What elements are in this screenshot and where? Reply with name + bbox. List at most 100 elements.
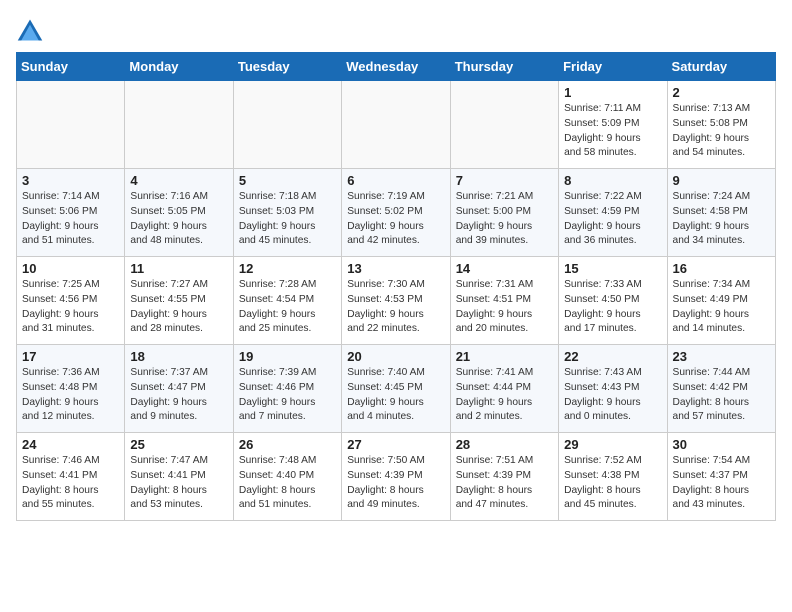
- calendar-cell: 27 Sunrise: 7:50 AM Sunset: 4:39 PM Dayli…: [342, 433, 450, 521]
- calendar-cell: 26Sunrise: 7:48 AM Sunset: 4:40 PM Dayli…: [233, 433, 341, 521]
- calendar-cell: 11 Sunrise: 7:27 AM Sunset: 4:55 PM Dayli…: [125, 257, 233, 345]
- day-number: 5: [239, 173, 336, 188]
- day-number: 9: [673, 173, 770, 188]
- calendar-cell: 5 Sunrise: 7:18 AM Sunset: 5:03 PM Daylig…: [233, 169, 341, 257]
- day-number: 25: [130, 437, 227, 452]
- day-number: 10: [22, 261, 119, 276]
- calendar-cell: 18Sunrise: 7:37 AM Sunset: 4:47 PM Dayli…: [125, 345, 233, 433]
- day-number: 1: [564, 85, 661, 100]
- calendar-cell: 1Sunrise: 7:11 AM Sunset: 5:09 PM Daylig…: [559, 81, 667, 169]
- calendar-cell: 22 Sunrise: 7:43 AM Sunset: 4:43 PM Dayli…: [559, 345, 667, 433]
- column-header-wednesday: Wednesday: [342, 53, 450, 81]
- calendar-cell: 16 Sunrise: 7:34 AM Sunset: 4:49 PM Dayli…: [667, 257, 775, 345]
- day-number: 8: [564, 173, 661, 188]
- day-info: Sunrise: 7:54 AM Sunset: 4:37 PM Dayligh…: [673, 454, 770, 513]
- calendar-cell: 4 Sunrise: 7:16 AM Sunset: 5:05 PM Daylig…: [125, 169, 233, 257]
- day-info: Sunrise: 7:21 AM Sunset: 5:00 PM Dayligh…: [456, 190, 553, 249]
- day-number: 23: [673, 349, 770, 364]
- day-number: 21: [456, 349, 553, 364]
- column-header-sunday: Sunday: [17, 53, 125, 81]
- day-info: Sunrise: 7:41 AM Sunset: 4:44 PM Dayligh…: [456, 366, 553, 425]
- calendar-cell: [233, 81, 341, 169]
- column-header-saturday: Saturday: [667, 53, 775, 81]
- day-info: Sunrise: 7:22 AM Sunset: 4:59 PM Dayligh…: [564, 190, 661, 249]
- day-number: 14: [456, 261, 553, 276]
- day-number: 11: [130, 261, 227, 276]
- day-info: Sunrise: 7:44 AM Sunset: 4:42 PM Dayligh…: [673, 366, 770, 425]
- day-number: 28: [456, 437, 553, 452]
- calendar-cell: 29 Sunrise: 7:52 AM Sunset: 4:38 PM Dayli…: [559, 433, 667, 521]
- day-number: 30: [673, 437, 770, 452]
- day-number: 20: [347, 349, 444, 364]
- day-number: 15: [564, 261, 661, 276]
- day-info: Sunrise: 7:24 AM Sunset: 4:58 PM Dayligh…: [673, 190, 770, 249]
- day-number: 16: [673, 261, 770, 276]
- day-info: Sunrise: 7:46 AM Sunset: 4:41 PM Dayligh…: [22, 454, 119, 513]
- day-info: Sunrise: 7:52 AM Sunset: 4:38 PM Dayligh…: [564, 454, 661, 513]
- day-number: 29: [564, 437, 661, 452]
- column-header-thursday: Thursday: [450, 53, 558, 81]
- calendar-cell: 12 Sunrise: 7:28 AM Sunset: 4:54 PM Dayli…: [233, 257, 341, 345]
- day-info: Sunrise: 7:16 AM Sunset: 5:05 PM Dayligh…: [130, 190, 227, 249]
- day-info: Sunrise: 7:28 AM Sunset: 4:54 PM Dayligh…: [239, 278, 336, 337]
- day-number: 6: [347, 173, 444, 188]
- day-number: 3: [22, 173, 119, 188]
- calendar-cell: 14 Sunrise: 7:31 AM Sunset: 4:51 PM Dayli…: [450, 257, 558, 345]
- calendar-cell: 20 Sunrise: 7:40 AM Sunset: 4:45 PM Dayli…: [342, 345, 450, 433]
- day-info: Sunrise: 7:50 AM Sunset: 4:39 PM Dayligh…: [347, 454, 444, 513]
- calendar-cell: 6Sunrise: 7:19 AM Sunset: 5:02 PM Daylig…: [342, 169, 450, 257]
- calendar-week-row: 1Sunrise: 7:11 AM Sunset: 5:09 PM Daylig…: [17, 81, 776, 169]
- calendar-cell: [342, 81, 450, 169]
- calendar-week-row: 10Sunrise: 7:25 AM Sunset: 4:56 PM Dayli…: [17, 257, 776, 345]
- page-header: [16, 16, 776, 44]
- calendar-cell: [17, 81, 125, 169]
- day-info: Sunrise: 7:27 AM Sunset: 4:55 PM Dayligh…: [130, 278, 227, 337]
- day-number: 27: [347, 437, 444, 452]
- calendar-cell: [125, 81, 233, 169]
- day-info: Sunrise: 7:51 AM Sunset: 4:39 PM Dayligh…: [456, 454, 553, 513]
- day-number: 19: [239, 349, 336, 364]
- calendar-header-row: SundayMondayTuesdayWednesdayThursdayFrid…: [17, 53, 776, 81]
- day-info: Sunrise: 7:47 AM Sunset: 4:41 PM Dayligh…: [130, 454, 227, 513]
- column-header-friday: Friday: [559, 53, 667, 81]
- calendar-cell: 19 Sunrise: 7:39 AM Sunset: 4:46 PM Dayli…: [233, 345, 341, 433]
- logo: [16, 16, 48, 44]
- day-info: Sunrise: 7:18 AM Sunset: 5:03 PM Dayligh…: [239, 190, 336, 249]
- calendar-cell: 25 Sunrise: 7:47 AM Sunset: 4:41 PM Dayli…: [125, 433, 233, 521]
- day-info: Sunrise: 7:36 AM Sunset: 4:48 PM Dayligh…: [22, 366, 119, 425]
- calendar-cell: 17 Sunrise: 7:36 AM Sunset: 4:48 PM Dayli…: [17, 345, 125, 433]
- calendar-cell: 2 Sunrise: 7:13 AM Sunset: 5:08 PM Daylig…: [667, 81, 775, 169]
- logo-icon: [16, 16, 44, 44]
- day-info: Sunrise: 7:31 AM Sunset: 4:51 PM Dayligh…: [456, 278, 553, 337]
- day-number: 17: [22, 349, 119, 364]
- day-number: 4: [130, 173, 227, 188]
- calendar-table: SundayMondayTuesdayWednesdayThursdayFrid…: [16, 52, 776, 521]
- calendar-cell: 23 Sunrise: 7:44 AM Sunset: 4:42 PM Dayli…: [667, 345, 775, 433]
- column-header-monday: Monday: [125, 53, 233, 81]
- day-number: 12: [239, 261, 336, 276]
- calendar-week-row: 24 Sunrise: 7:46 AM Sunset: 4:41 PM Dayli…: [17, 433, 776, 521]
- calendar-cell: 15Sunrise: 7:33 AM Sunset: 4:50 PM Dayli…: [559, 257, 667, 345]
- day-info: Sunrise: 7:43 AM Sunset: 4:43 PM Dayligh…: [564, 366, 661, 425]
- day-info: Sunrise: 7:39 AM Sunset: 4:46 PM Dayligh…: [239, 366, 336, 425]
- day-info: Sunrise: 7:40 AM Sunset: 4:45 PM Dayligh…: [347, 366, 444, 425]
- calendar-cell: 30 Sunrise: 7:54 AM Sunset: 4:37 PM Dayli…: [667, 433, 775, 521]
- calendar-cell: 13Sunrise: 7:30 AM Sunset: 4:53 PM Dayli…: [342, 257, 450, 345]
- calendar-cell: 9 Sunrise: 7:24 AM Sunset: 4:58 PM Daylig…: [667, 169, 775, 257]
- day-number: 7: [456, 173, 553, 188]
- calendar-cell: 7 Sunrise: 7:21 AM Sunset: 5:00 PM Daylig…: [450, 169, 558, 257]
- day-info: Sunrise: 7:34 AM Sunset: 4:49 PM Dayligh…: [673, 278, 770, 337]
- calendar-cell: 8 Sunrise: 7:22 AM Sunset: 4:59 PM Daylig…: [559, 169, 667, 257]
- day-info: Sunrise: 7:14 AM Sunset: 5:06 PM Dayligh…: [22, 190, 119, 249]
- day-number: 24: [22, 437, 119, 452]
- calendar-week-row: 3 Sunrise: 7:14 AM Sunset: 5:06 PM Daylig…: [17, 169, 776, 257]
- column-header-tuesday: Tuesday: [233, 53, 341, 81]
- day-number: 26: [239, 437, 336, 452]
- day-number: 22: [564, 349, 661, 364]
- calendar-cell: 3 Sunrise: 7:14 AM Sunset: 5:06 PM Daylig…: [17, 169, 125, 257]
- day-number: 18: [130, 349, 227, 364]
- calendar-cell: [450, 81, 558, 169]
- day-info: Sunrise: 7:13 AM Sunset: 5:08 PM Dayligh…: [673, 102, 770, 161]
- day-number: 2: [673, 85, 770, 100]
- calendar-cell: 28 Sunrise: 7:51 AM Sunset: 4:39 PM Dayli…: [450, 433, 558, 521]
